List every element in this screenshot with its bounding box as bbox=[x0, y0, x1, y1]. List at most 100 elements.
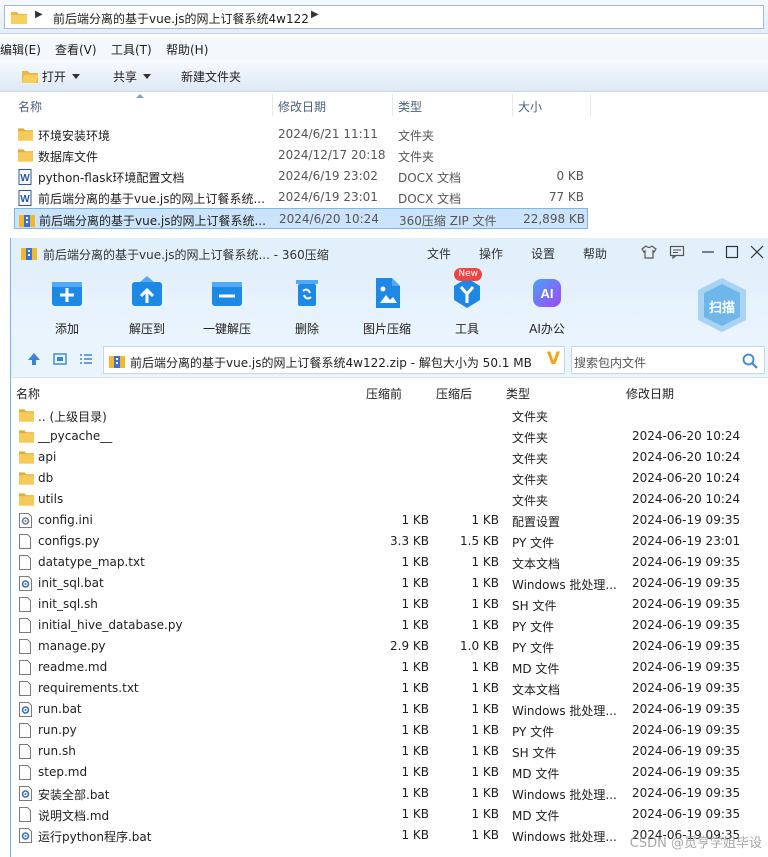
batch-file-icon bbox=[19, 702, 33, 720]
zip-column-name[interactable]: 名称 bbox=[16, 385, 40, 402]
tools-button[interactable]: New 工具 bbox=[435, 268, 499, 337]
column-divider[interactable] bbox=[392, 94, 393, 116]
add-icon bbox=[50, 276, 84, 310]
entry-size-before: 1 KB bbox=[401, 576, 429, 590]
archive-row[interactable]: run.py 1 KB 1 KB PY 文件 2024-06-19 09:35 bbox=[11, 720, 768, 741]
zip-column-after[interactable]: 压缩后 bbox=[436, 385, 472, 402]
file-row[interactable]: W 前后端分离的基于vue.js的网上订餐系统... 2024/6/19 23:01… bbox=[14, 187, 588, 208]
entry-size-before: 1 KB bbox=[401, 807, 429, 821]
file-name: python-flask环境配置文档 bbox=[38, 171, 185, 185]
entry-size-before: 1 KB bbox=[401, 828, 429, 842]
archive-row[interactable]: __pycache__ 文件夹 2024-06-20 10:24 bbox=[11, 426, 768, 447]
entry-type: 文件夹 bbox=[512, 473, 549, 487]
menu-edit[interactable]: 编辑(E) bbox=[0, 41, 41, 58]
file-row[interactable]: 环境安装环境 2024/6/21 11:11 文件夹 bbox=[14, 124, 588, 145]
menu-help[interactable]: 帮助(H) bbox=[166, 41, 208, 58]
open-button[interactable]: 打开 bbox=[22, 68, 80, 85]
share-button[interactable]: 共享 bbox=[113, 68, 152, 85]
file-name: 数据库文件 bbox=[38, 150, 99, 164]
maximize-icon[interactable] bbox=[725, 244, 739, 263]
entry-type: PY 文件 bbox=[512, 536, 555, 550]
archive-row[interactable]: initial_hive_database.py 1 KB 1 KB PY 文件 202… bbox=[11, 615, 768, 636]
skin-icon[interactable] bbox=[641, 244, 657, 263]
entry-size-after: 1 KB bbox=[471, 597, 499, 611]
feedback-icon[interactable] bbox=[669, 244, 685, 263]
file-date: 2024/6/20 10:24 bbox=[279, 212, 379, 226]
verified-check-icon[interactable]: V bbox=[547, 349, 560, 369]
archive-row[interactable]: manage.py 2.9 KB 1.0 KB PY 文件 2024-06-19 09:… bbox=[11, 636, 768, 657]
chevron-right-icon[interactable]: ▶ bbox=[311, 9, 319, 20]
close-icon[interactable] bbox=[750, 244, 764, 263]
extract-to-button[interactable]: 解压到 bbox=[115, 276, 179, 337]
archive-row[interactable]: config.ini 1 KB 1 KB 配置设置 2024-06-19 09:35 bbox=[11, 510, 768, 531]
zip-column-type[interactable]: 类型 bbox=[506, 385, 530, 402]
search-input[interactable]: 搜索包内文件 bbox=[571, 346, 765, 374]
archive-row[interactable]: step.md 1 KB 1 KB MD 文件 2024-06-19 09:35 bbox=[11, 762, 768, 783]
new-folder-button[interactable]: 新建文件夹 bbox=[181, 68, 241, 85]
file-row[interactable]: 数据库文件 2024/12/17 20:18 文件夹 bbox=[14, 145, 588, 166]
archive-row[interactable]: readme.md 1 KB 1 KB MD 文件 2024-06-19 09:35 bbox=[11, 657, 768, 678]
archive-row[interactable]: utils 文件夹 2024-06-20 10:24 bbox=[11, 489, 768, 510]
search-icon[interactable] bbox=[742, 353, 758, 372]
column-name[interactable]: 名称 bbox=[18, 98, 42, 115]
column-type[interactable]: 类型 bbox=[398, 98, 422, 115]
entry-date: 2024-06-19 23:01 bbox=[632, 534, 741, 548]
archive-row[interactable]: .. (上级目录) 文件夹 bbox=[11, 405, 768, 426]
zip-menu-operate[interactable]: 操作 bbox=[479, 245, 503, 262]
column-size[interactable]: 大小 bbox=[518, 98, 542, 115]
up-arrow-icon[interactable] bbox=[27, 352, 41, 369]
column-date[interactable]: 修改日期 bbox=[278, 98, 326, 115]
archive-row[interactable]: api 文件夹 2024-06-20 10:24 bbox=[11, 447, 768, 468]
zip-menu-file[interactable]: 文件 bbox=[427, 245, 451, 262]
menu-view[interactable]: 查看(V) bbox=[55, 41, 97, 58]
zip-column-date[interactable]: 修改日期 bbox=[626, 385, 674, 402]
breadcrumb[interactable]: 前后端分离的基于vue.js的网上订餐系统4w122 bbox=[53, 10, 309, 27]
scan-button[interactable]: 扫描 bbox=[695, 276, 749, 334]
address-box[interactable]: ▶ 前后端分离的基于vue.js的网上订餐系统4w122 ▶ bbox=[4, 5, 764, 29]
archive-row[interactable]: init_sql.bat 1 KB 1 KB Windows 批处理... 2024-0… bbox=[11, 573, 768, 594]
archive-row[interactable]: init_sql.sh 1 KB 1 KB SH 文件 2024-06-19 09:35 bbox=[11, 594, 768, 615]
archive-row[interactable]: configs.py 3.3 KB 1.5 KB PY 文件 2024-06-19 23… bbox=[11, 531, 768, 552]
file-row[interactable]: Wpython-flask环境配置文档 2024/6/19 23:02 DOCX 文… bbox=[14, 166, 588, 187]
entry-type: MD 文件 bbox=[512, 767, 560, 781]
menu-tools[interactable]: 工具(T) bbox=[111, 41, 152, 58]
entry-date: 2024-06-19 09:35 bbox=[632, 660, 741, 674]
zip-column-headers: 名称 压缩前 压缩后 类型 修改日期 bbox=[11, 382, 768, 402]
entry-date: 2024-06-19 09:35 bbox=[632, 786, 741, 800]
one-click-extract-button[interactable]: 一键解压 bbox=[195, 276, 259, 337]
list-view-icon[interactable] bbox=[79, 352, 93, 369]
image-compress-button[interactable]: 图片压缩 bbox=[355, 276, 419, 337]
column-divider[interactable] bbox=[272, 94, 273, 116]
entry-size-before: 1 KB bbox=[401, 681, 429, 695]
entry-name: api bbox=[38, 450, 57, 464]
entry-name: initial_hive_database.py bbox=[38, 618, 183, 632]
zip-file-icon bbox=[109, 353, 125, 372]
chevron-right-icon[interactable]: ▶ bbox=[35, 9, 43, 20]
thumbnail-view-icon[interactable] bbox=[53, 352, 67, 369]
file-icon bbox=[19, 660, 31, 678]
archive-path-field[interactable]: 前后端分离的基于vue.js的网上订餐系统4w122.zip - 解包大小为 5… bbox=[103, 346, 565, 374]
one-click-extract-icon bbox=[210, 276, 244, 310]
ai-office-button[interactable]: AI AI办公 bbox=[515, 276, 579, 337]
zip-column-before[interactable]: 压缩前 bbox=[366, 385, 402, 402]
archive-row[interactable]: datatype_map.txt 1 KB 1 KB 文本文档 2024-06-19 0… bbox=[11, 552, 768, 573]
open-label: 打开 bbox=[41, 70, 66, 84]
column-divider[interactable] bbox=[512, 94, 513, 116]
archive-row[interactable]: 安装全部.bat 1 KB 1 KB Windows 批处理... 2024-06-19… bbox=[11, 783, 768, 804]
file-row[interactable]: 前后端分离的基于vue.js的网上订餐系统... 2024/6/20 10:24 3… bbox=[14, 208, 588, 229]
archive-row[interactable]: db 文件夹 2024-06-20 10:24 bbox=[11, 468, 768, 489]
zip-menu-help[interactable]: 帮助 bbox=[583, 245, 607, 262]
column-divider[interactable] bbox=[590, 94, 591, 116]
archive-row[interactable]: run.sh 1 KB 1 KB SH 文件 2024-06-19 09:35 bbox=[11, 741, 768, 762]
entry-size-before: 2.9 KB bbox=[390, 639, 429, 653]
archive-row[interactable]: run.bat 1 KB 1 KB Windows 批处理... 2024-06-19 … bbox=[11, 699, 768, 720]
archive-row[interactable]: requirements.txt 1 KB 1 KB 文本文档 2024-06-19 0… bbox=[11, 678, 768, 699]
entry-date: 2024-06-20 10:24 bbox=[632, 492, 741, 506]
file-icon bbox=[19, 555, 31, 573]
delete-button[interactable]: 删除 bbox=[275, 276, 339, 337]
minimize-icon[interactable] bbox=[701, 244, 715, 263]
archive-row[interactable]: 说明文档.md 1 KB 1 KB MD 文件 2024-06-19 09:35 bbox=[11, 804, 768, 825]
add-button[interactable]: 添加 bbox=[35, 276, 99, 337]
entry-size-before: 1 KB bbox=[401, 513, 429, 527]
zip-menu-settings[interactable]: 设置 bbox=[531, 245, 555, 262]
